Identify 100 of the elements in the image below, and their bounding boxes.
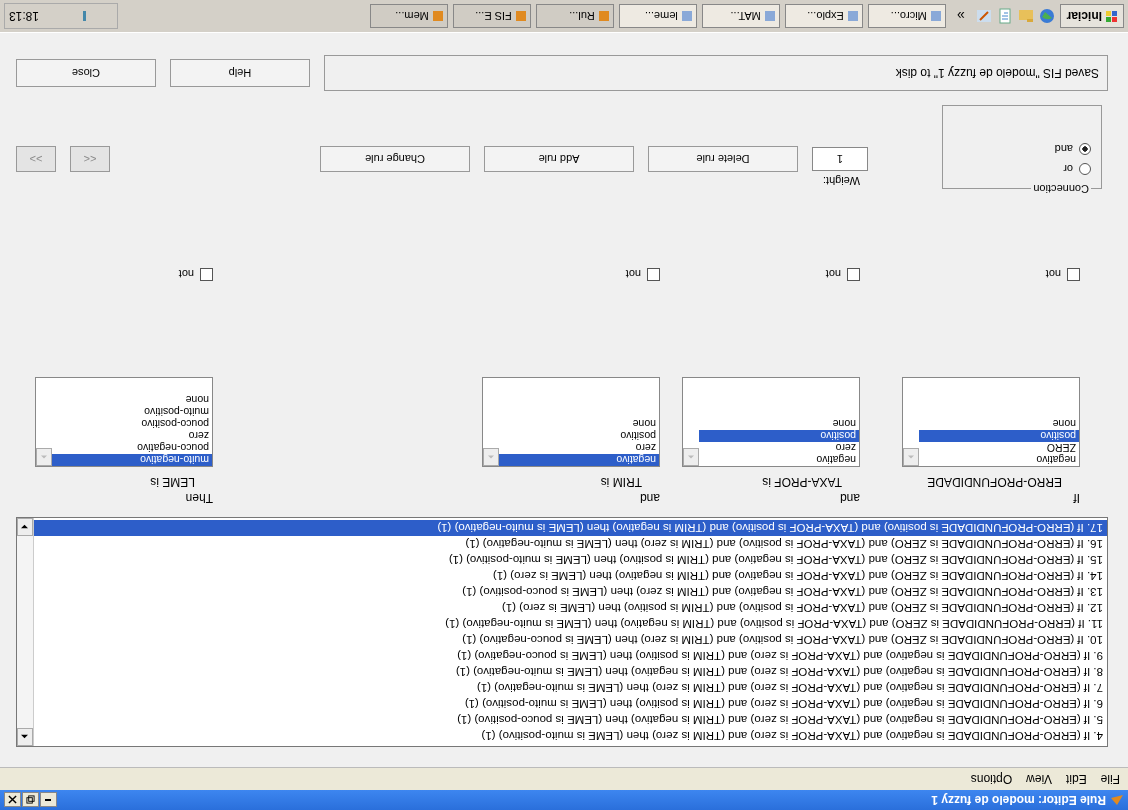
term-option[interactable]: none [699, 418, 859, 430]
radio-label: and [1054, 143, 1073, 155]
rule-item[interactable]: 4. If (ERRO-PROFUNDIDADE is negativo) and (TAXA-PROF is zero) and (TRIM is zero) then (LEME is muito-positivo) (1) [34, 728, 1107, 744]
rule-item[interactable]: 12. If (ERRO-PROFUNDIDADE is ZERO) and (TAXA-PROF is positivo) and (TRIM is positivo) then (LEME is zero) (1) [34, 600, 1107, 616]
menu-item[interactable]: Edit [1065, 772, 1087, 786]
action-button[interactable]: Add rule [484, 146, 634, 172]
window-icon [514, 10, 527, 22]
not-checkbox[interactable] [847, 268, 860, 281]
not-label: not [1045, 268, 1061, 281]
action-button[interactable]: Change rule [320, 146, 470, 172]
close-icon [8, 795, 17, 805]
term-option[interactable]: zero [499, 442, 659, 454]
term-listbox[interactable]: negativo zero positivo none [482, 377, 660, 467]
term-option[interactable]: positivo [699, 430, 859, 442]
weight-field[interactable]: 1 [812, 147, 868, 171]
term-listbox[interactable]: negativo zero positivo none [682, 377, 860, 467]
restore-button[interactable] [22, 792, 39, 808]
not-checkbox[interactable] [1067, 268, 1080, 281]
rule-item[interactable]: 17. If (ERRO-PROFUNDIDADE is positivo) and (TAXA-PROF is positivo) and (TRIM is negativo) then (LEME is muito-negativo) (1) [34, 520, 1107, 536]
weight-label: Weight: [822, 175, 860, 187]
rule-item[interactable]: 16. If (ERRO-PROFUNDIDADE is ZERO) and (TAXA-PROF is positivo) and (TRIM is zero) then (LEME is muito-negativo) (1) [34, 536, 1107, 552]
menu-item[interactable]: View [1026, 772, 1052, 786]
term-option[interactable]: positivo [919, 430, 1079, 442]
term-option[interactable]: negativo [919, 454, 1079, 466]
term-option[interactable]: ZERO [919, 442, 1079, 454]
taskbar-button[interactable]: FIS E... [452, 4, 531, 28]
term-option[interactable]: none [499, 418, 659, 430]
close-button[interactable] [4, 792, 21, 808]
term-option[interactable]: none [919, 418, 1079, 430]
term-option[interactable]: zero [52, 430, 212, 442]
term-option[interactable]: negativo [699, 454, 859, 466]
connection-title: Connection [1032, 183, 1090, 195]
dialog-button[interactable]: Help [170, 59, 310, 87]
taskbar-button[interactable]: Rul... [535, 4, 614, 28]
term-listbox[interactable]: negativo ZERO positivo none [902, 377, 1080, 467]
radio-button[interactable] [1079, 163, 1091, 175]
term-option[interactable]: muito-negativo [52, 454, 212, 466]
not-label: not [625, 268, 641, 281]
taskbar-button[interactable]: MAT... [701, 4, 780, 28]
four-squares-icon [1105, 10, 1117, 22]
connector-label: Then [184, 490, 213, 505]
rule-item[interactable]: 6. If (ERRO-PROFUNDIDADE is negativo) and (TAXA-PROF is zero) and (TRIM is positivo) then (LEME is muito-positivo) (1) [34, 696, 1107, 712]
window-icon [431, 10, 444, 22]
taskbar-button[interactable]: Explo... [784, 4, 863, 28]
document-icon[interactable] [996, 8, 1013, 24]
variable-label: TRIM is [599, 474, 643, 489]
term-option[interactable]: positivo [499, 430, 659, 442]
connector-label: and [838, 490, 860, 505]
minimize-button[interactable] [40, 792, 57, 808]
rule-item[interactable]: 15. If (ERRO-PROFUNDIDADE is ZERO) and (TAXA-PROF is negativo) and (TRIM is positivo) then (LEME is muito-positivo) (1) [34, 552, 1107, 568]
term-option[interactable]: pouco-negativo [52, 442, 212, 454]
radio-label: or [1063, 163, 1073, 175]
window-icon [929, 10, 942, 22]
up-arrow-icon[interactable] [21, 733, 29, 741]
window-title: Rule Editor: modelo de fuzzy 1 [930, 793, 1106, 807]
not-checkbox[interactable] [200, 268, 213, 281]
rule-item[interactable]: 8. If (ERRO-PROFUNDIDADE is negativo) and (TAXA-PROF is zero) and (TRIM is negativo) then (LEME is muito-negativo) (1) [34, 664, 1107, 680]
term-option[interactable]: none [52, 394, 212, 406]
connector-label: If [1072, 490, 1080, 505]
rule-item[interactable]: 10. If (ERRO-PROFUNDIDADE is ZERO) and (TAXA-PROF is positivo) and (TRIM is zero) then (LEME is pouco-negativo) (1) [34, 632, 1107, 648]
not-label: not [825, 268, 841, 281]
term-listbox[interactable]: muito-negativo pouco-negativo zero pouco-positivo muito-positivo none [35, 377, 213, 467]
clock: 18:13 [9, 9, 40, 23]
start-button[interactable]: Iniciar [1059, 4, 1124, 28]
rule-list[interactable] [16, 517, 1108, 747]
menu-item[interactable]: Options [970, 772, 1013, 786]
window-icon [597, 10, 610, 22]
window-icon [680, 10, 693, 22]
variable-label: LEME is [149, 474, 196, 489]
minimize-icon [45, 799, 52, 801]
rule-item[interactable]: 11. If (ERRO-PROFUNDIDADE is ZERO) and (TAXA-PROF is positivo) and (TRIM is negativo) then (LEME is muito-negativo) (1) [34, 616, 1107, 632]
term-option[interactable]: negativo [499, 454, 659, 466]
menu-item[interactable]: File [1100, 772, 1120, 786]
radio-button[interactable] [1079, 143, 1091, 155]
rule-item[interactable]: 7. If (ERRO-PROFUNDIDADE is negativo) and (TAXA-PROF is zero) and (TRIM is zero) then (LEME is muito-negativo) (1) [34, 680, 1107, 696]
dialog-button[interactable]: Close [16, 59, 156, 87]
window-icon [846, 10, 859, 22]
window-icon [763, 10, 776, 22]
taskbar-button[interactable]: Micro... [867, 4, 946, 28]
status-message: Saved FIS "modelo de fuzzy 1" to disk [324, 55, 1108, 91]
more-label[interactable]: » [956, 8, 965, 24]
taskbar-button[interactable]: Mem... [369, 4, 448, 28]
action-button[interactable]: Delete rule [648, 146, 798, 172]
rule-item[interactable]: 14. If (ERRO-PROFUNDIDADE is ZERO) and (TAXA-PROF is negativo) and (TRIM is negativo) then (LEME is zero) (1) [34, 568, 1107, 584]
down-arrow-icon[interactable] [21, 523, 29, 531]
globe-icon[interactable] [1038, 8, 1055, 24]
rule-item[interactable]: 9. If (ERRO-PROFUNDIDADE is negativo) and (TAXA-PROF is zero) and (TRIM is positivo) then (LEME is pouco-negativo) (1) [34, 648, 1107, 664]
variable-label: TAXA-PROF is [761, 474, 843, 489]
not-label: not [178, 268, 194, 281]
term-option[interactable]: zero [699, 442, 859, 454]
restore-icon [26, 795, 35, 805]
not-checkbox[interactable] [647, 268, 660, 281]
variable-label: ERRO-PROFUNDIDADE [926, 474, 1063, 489]
term-option[interactable]: muito-positivo [52, 406, 212, 418]
rule-item[interactable]: 5. If (ERRO-PROFUNDIDADE is negativo) and (TAXA-PROF is zero) and (TRIM is negativo) then (LEME is pouco-positivo) (1) [34, 712, 1107, 728]
term-option[interactable]: pouco-positivo [52, 418, 212, 430]
pencil-icon[interactable] [975, 8, 992, 24]
taskbar-button[interactable]: leme... [618, 4, 697, 28]
rule-item[interactable]: 13. If (ERRO-PROFUNDIDADE is ZERO) and (TAXA-PROF is negativo) and (TRIM is zero) then (LEME is pouco-positivo) (1) [34, 584, 1107, 600]
scrollbar[interactable] [17, 518, 34, 746]
